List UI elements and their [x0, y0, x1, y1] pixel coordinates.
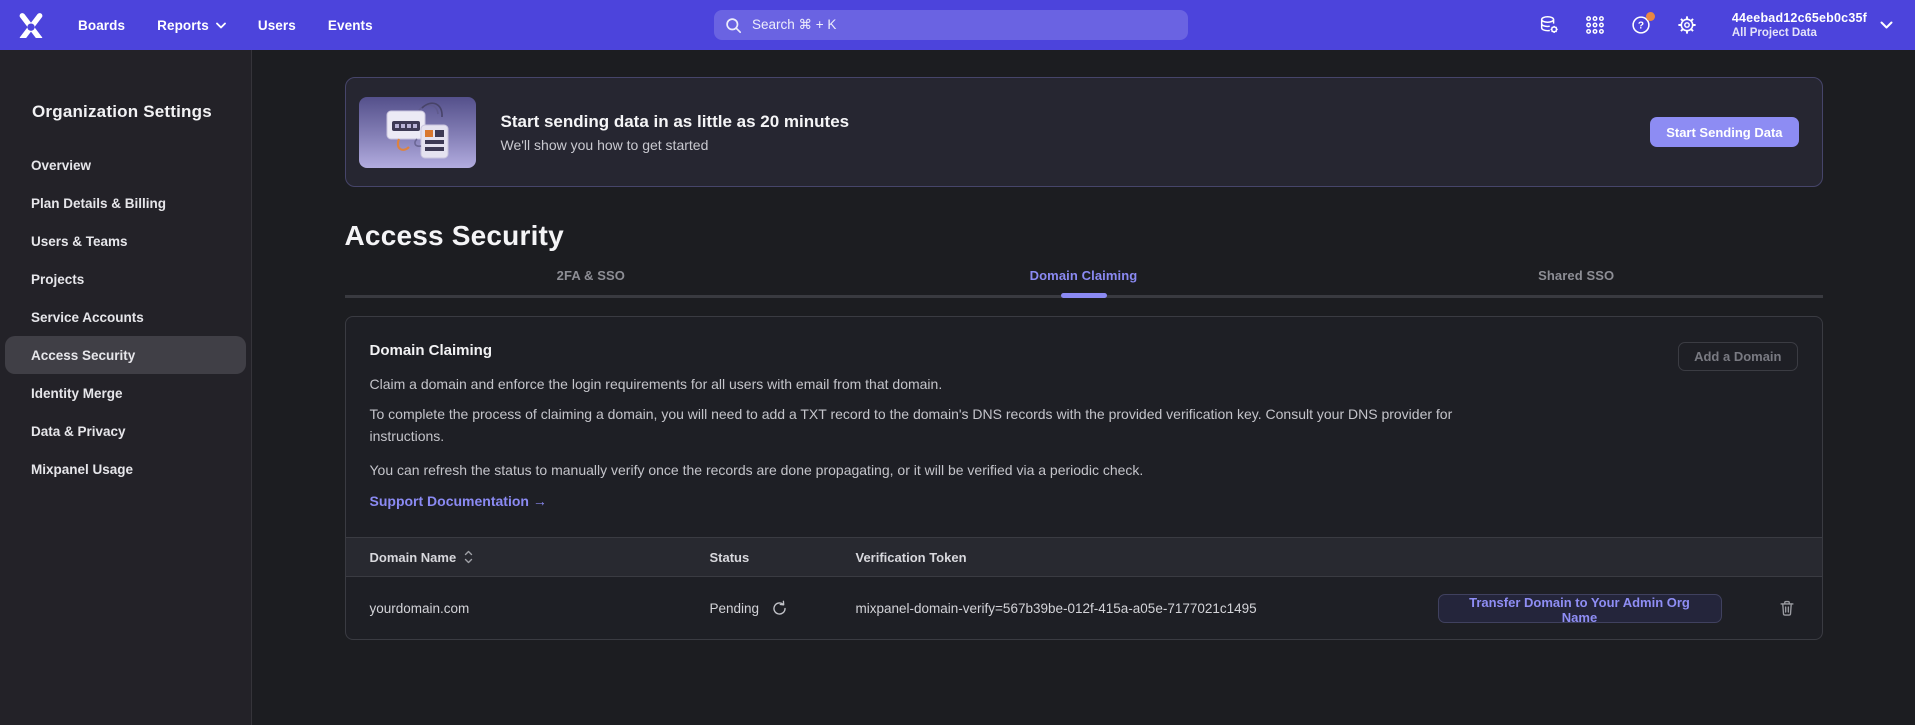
- transfer-domain-button[interactable]: Transfer Domain to Your Admin Org Name: [1438, 594, 1722, 623]
- devices-illustration: [359, 97, 476, 168]
- sidebar-item-label: Overview: [31, 158, 91, 173]
- sidebar-item-label: Users & Teams: [31, 234, 128, 249]
- nav-item-users[interactable]: Users: [258, 18, 296, 33]
- table-header-row: Domain Name Status Verification Token: [346, 537, 1822, 577]
- sidebar-item-label: Service Accounts: [31, 310, 144, 325]
- sidebar-item-overview[interactable]: Overview: [5, 146, 246, 184]
- verification-token-cell: mixpanel-domain-verify=567b39be-012f-415…: [856, 601, 1438, 616]
- sidebar-item-plan-details-billing[interactable]: Plan Details & Billing: [5, 184, 246, 222]
- sidebar-item-label: Access Security: [31, 348, 135, 363]
- sidebar-item-access-security[interactable]: Access Security: [5, 336, 246, 374]
- tab-shared-sso[interactable]: Shared SSO: [1330, 268, 1823, 295]
- sidebar-nav: Overview Plan Details & Billing Users & …: [0, 146, 251, 488]
- access-security-tabs: 2FA & SSO Domain Claiming Shared SSO: [345, 268, 1823, 298]
- banner-subtitle: We'll show you how to get started: [501, 137, 850, 153]
- sidebar-title: Organization Settings: [32, 102, 251, 122]
- navbar-right-cluster: ? 44eebad12c65eb0c35f All Project Data: [1538, 0, 1893, 50]
- primary-nav: Boards Reports Users Events: [78, 18, 373, 33]
- description-paragraph: You can refresh the status to manually v…: [370, 459, 1520, 481]
- main-area: Start sending data in as little as 20 mi…: [252, 50, 1915, 725]
- domain-name-cell: yourdomain.com: [370, 601, 710, 616]
- tab-label: 2FA & SSO: [557, 268, 625, 283]
- support-documentation-link[interactable]: Support Documentation →: [370, 493, 547, 509]
- sidebar-item-label: Data & Privacy: [31, 424, 126, 439]
- svg-text:?: ?: [1638, 21, 1644, 32]
- tab-domain-claiming[interactable]: Domain Claiming: [837, 268, 1330, 295]
- delete-domain-trash-icon[interactable]: [1778, 599, 1796, 617]
- sort-icon[interactable]: [464, 550, 473, 564]
- start-sending-data-button[interactable]: Start Sending Data: [1650, 117, 1798, 147]
- search-placeholder: Search ⌘ + K: [752, 17, 836, 33]
- sidebar-item-label: Mixpanel Usage: [31, 462, 133, 477]
- domains-table: Domain Name Status Verification Token yo…: [346, 537, 1822, 639]
- add-domain-button[interactable]: Add a Domain: [1678, 342, 1797, 371]
- sidebar-item-mixpanel-usage[interactable]: Mixpanel Usage: [5, 450, 246, 488]
- apps-grid-icon[interactable]: [1584, 14, 1606, 36]
- tab-2fa-sso[interactable]: 2FA & SSO: [345, 268, 838, 295]
- nav-item-reports[interactable]: Reports: [157, 18, 226, 33]
- sidebar-item-label: Identity Merge: [31, 386, 123, 401]
- description-paragraph: Claim a domain and enforce the login req…: [370, 373, 1520, 395]
- tab-label: Domain Claiming: [1030, 268, 1138, 283]
- row-actions: Transfer Domain to Your Admin Org Name: [1438, 594, 1798, 623]
- nav-item-boards[interactable]: Boards: [78, 18, 125, 33]
- mixpanel-logo-icon[interactable]: [16, 10, 46, 40]
- banner-title: Start sending data in as little as 20 mi…: [501, 112, 850, 132]
- sidebar-item-service-accounts[interactable]: Service Accounts: [5, 298, 246, 336]
- onboarding-banner: Start sending data in as little as 20 mi…: [345, 77, 1823, 187]
- nav-item-label: Users: [258, 18, 296, 33]
- global-search-input[interactable]: Search ⌘ + K: [714, 10, 1188, 40]
- org-id: 44eebad12c65eb0c35f: [1732, 11, 1867, 25]
- page-title: Access Security: [345, 220, 1823, 252]
- panel-title: Domain Claiming: [370, 342, 1798, 359]
- sidebar-item-label: Projects: [31, 272, 84, 287]
- nav-item-label: Reports: [157, 18, 209, 33]
- chevron-down-icon: [216, 22, 226, 29]
- column-header-verification-token: Verification Token: [856, 550, 1438, 565]
- data-management-icon[interactable]: [1538, 14, 1560, 36]
- settings-sidebar: Organization Settings Overview Plan Deta…: [0, 50, 252, 725]
- sidebar-item-identity-merge[interactable]: Identity Merge: [5, 374, 246, 412]
- nav-item-label: Events: [328, 18, 373, 33]
- nav-item-label: Boards: [78, 18, 125, 33]
- top-navbar: Boards Reports Users Events Search ⌘ + K: [0, 0, 1915, 50]
- tab-label: Shared SSO: [1538, 268, 1614, 283]
- help-icon[interactable]: ?: [1630, 14, 1652, 36]
- column-header-status: Status: [710, 550, 856, 565]
- settings-gear-icon[interactable]: [1676, 14, 1698, 36]
- sidebar-item-label: Plan Details & Billing: [31, 196, 166, 211]
- status-text: Pending: [710, 601, 760, 616]
- sidebar-item-users-teams[interactable]: Users & Teams: [5, 222, 246, 260]
- sidebar-item-data-privacy[interactable]: Data & Privacy: [5, 412, 246, 450]
- search-icon: [725, 17, 742, 34]
- project-scope: All Project Data: [1732, 27, 1867, 39]
- sidebar-item-projects[interactable]: Projects: [5, 260, 246, 298]
- nav-item-events[interactable]: Events: [328, 18, 373, 33]
- refresh-status-icon[interactable]: [771, 600, 788, 617]
- description-paragraph: To complete the process of claiming a do…: [370, 403, 1520, 447]
- chevron-down-icon[interactable]: [1880, 21, 1893, 30]
- status-cell: Pending: [710, 600, 856, 617]
- notification-badge: [1646, 12, 1655, 21]
- domain-claiming-panel: Domain Claiming Add a Domain Claim a dom…: [345, 316, 1823, 640]
- banner-text: Start sending data in as little as 20 mi…: [501, 112, 850, 153]
- account-switcher[interactable]: 44eebad12c65eb0c35f All Project Data: [1732, 11, 1867, 39]
- table-row: yourdomain.com Pending mixpanel-domain-v…: [346, 577, 1822, 639]
- column-header-domain-name: Domain Name: [370, 550, 457, 565]
